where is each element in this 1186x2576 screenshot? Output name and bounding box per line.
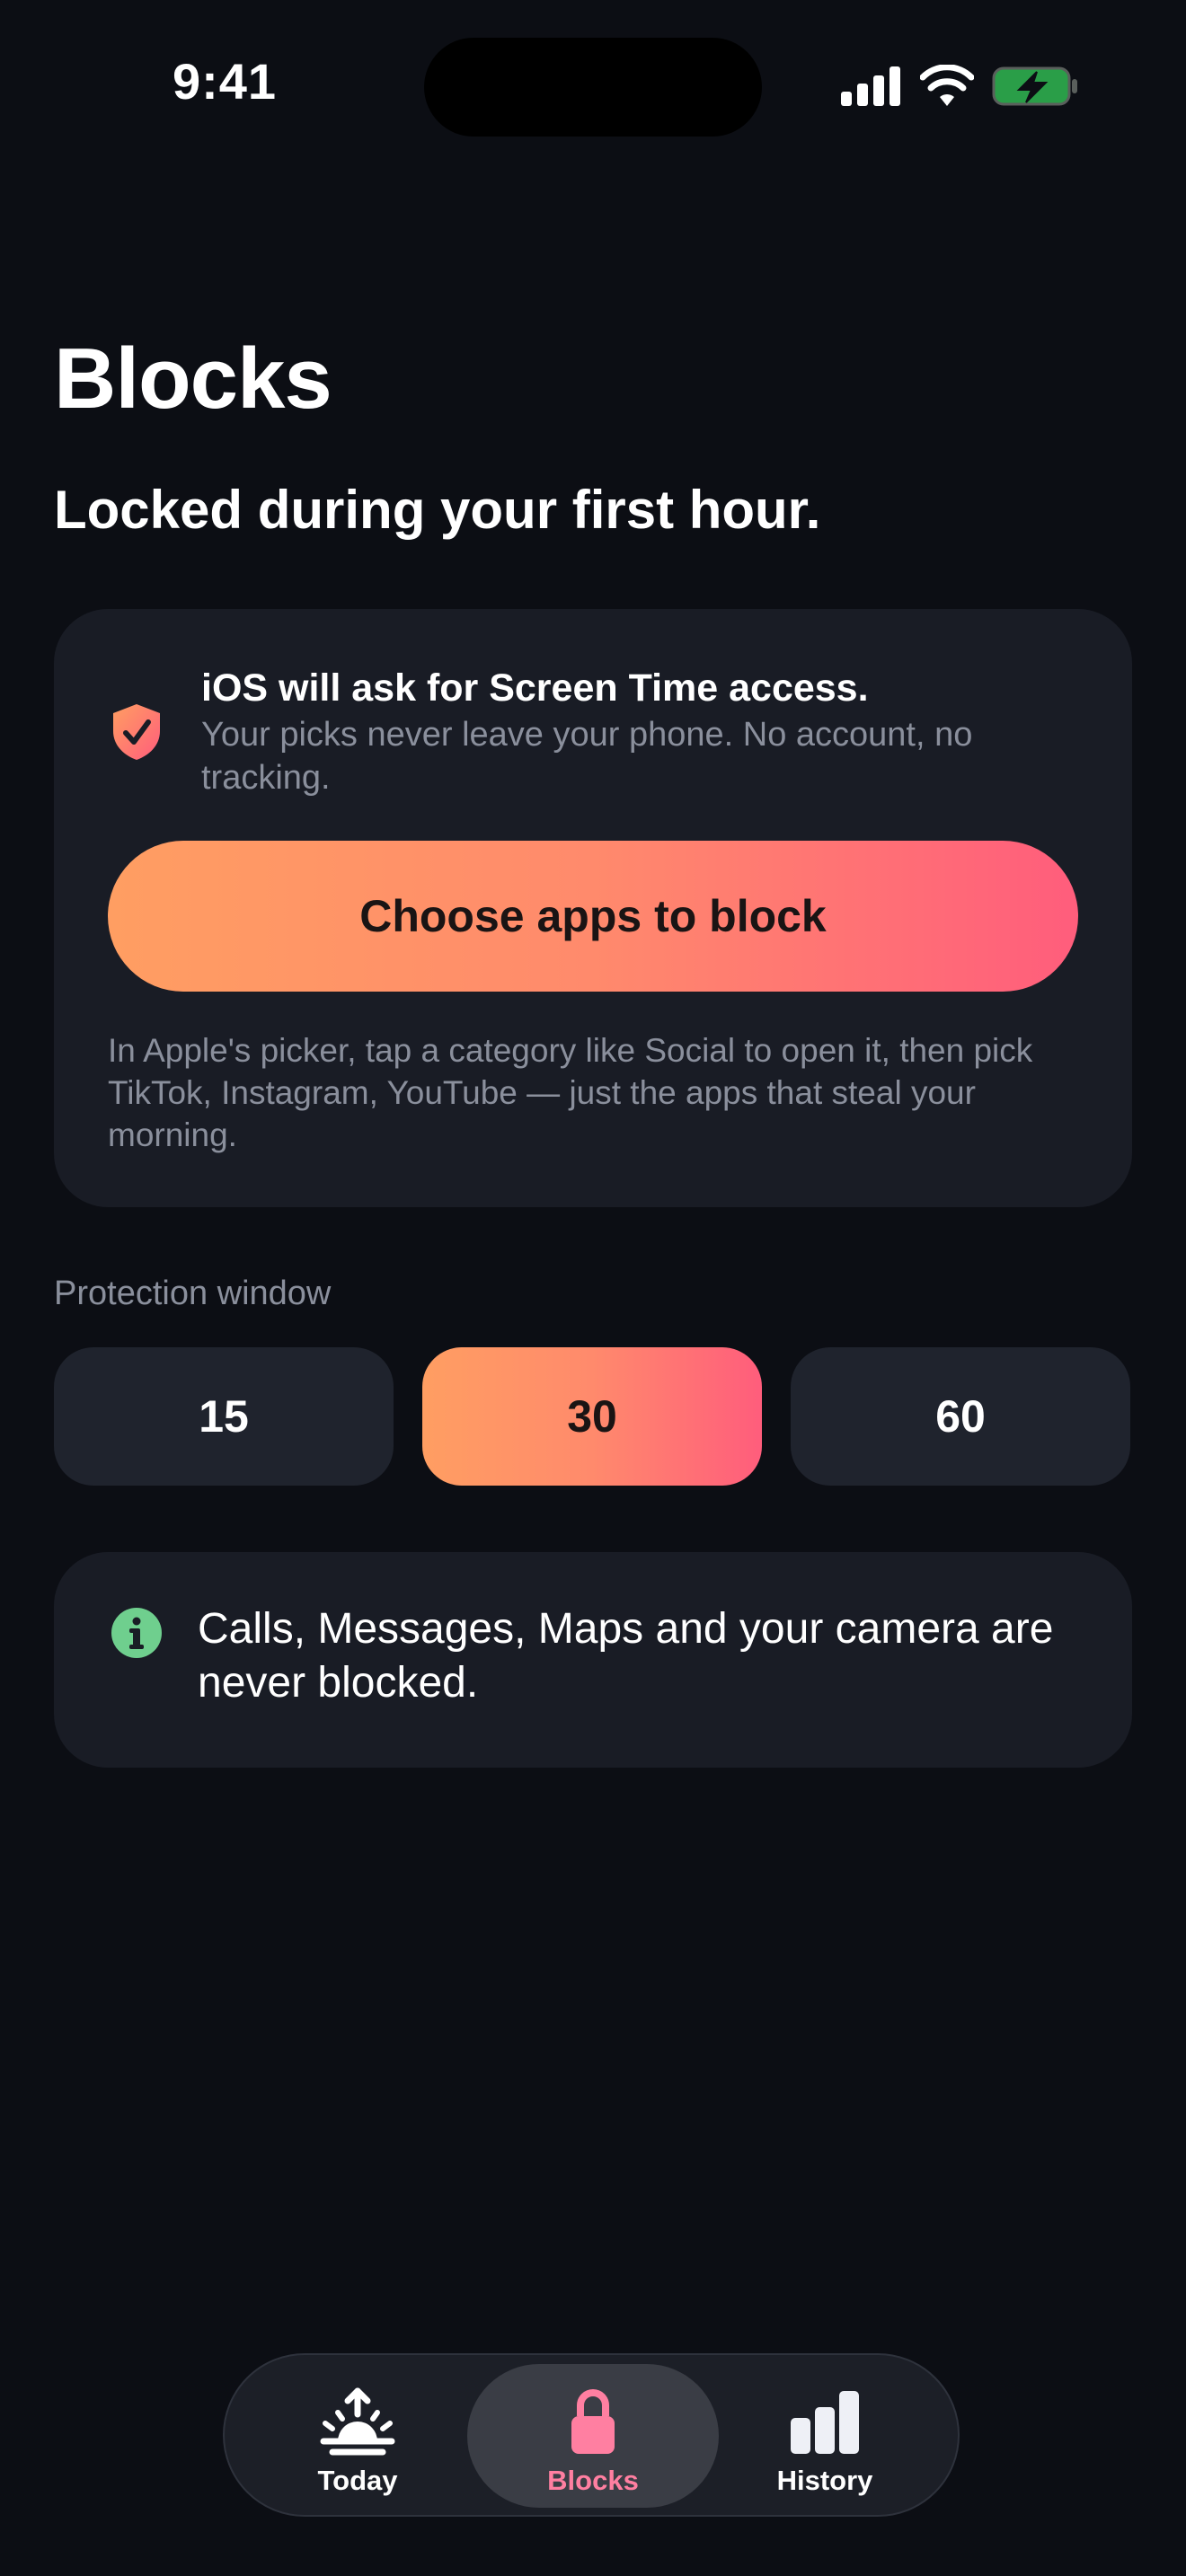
protection-window-label: Protection window bbox=[54, 1275, 332, 1312]
tab-history[interactable]: History bbox=[699, 2364, 951, 2508]
cellular-signal-icon bbox=[841, 66, 900, 106]
page-subtitle: Locked during your first hour. bbox=[54, 480, 821, 540]
choose-apps-button[interactable]: Choose apps to block bbox=[108, 841, 1078, 992]
bar-chart-icon bbox=[791, 2391, 859, 2454]
protection-option-60[interactable]: 60 bbox=[791, 1347, 1130, 1486]
battery-charging-icon bbox=[992, 66, 1077, 106]
screen-time-access-card: iOS will ask for Screen Time access. You… bbox=[54, 609, 1132, 1207]
status-time: 9:41 bbox=[172, 53, 278, 110]
sunrise-icon bbox=[320, 2387, 395, 2456]
shield-check-icon bbox=[113, 704, 160, 760]
tab-today-label: Today bbox=[317, 2465, 398, 2496]
protection-option-15[interactable]: 15 bbox=[54, 1347, 394, 1486]
dynamic-island bbox=[424, 38, 762, 137]
never-blocked-text: Calls, Messages, Maps and your camera ar… bbox=[198, 1605, 1054, 1707]
access-heading: iOS will ask for Screen Time access. bbox=[201, 666, 869, 710]
never-blocked-info-card: Calls, Messages, Maps and your camera ar… bbox=[54, 1552, 1132, 1768]
blocks-screen: 9:41 Blocks Locked during your first hou… bbox=[0, 0, 1186, 2576]
tab-today[interactable]: Today bbox=[232, 2364, 483, 2508]
tab-bar: Today Blocks History bbox=[223, 2353, 960, 2517]
info-icon bbox=[111, 1608, 162, 1658]
page-title: Blocks bbox=[54, 331, 332, 427]
tab-blocks[interactable]: Blocks bbox=[467, 2364, 719, 2508]
lock-icon bbox=[571, 2389, 615, 2454]
tab-history-label: History bbox=[776, 2465, 873, 2496]
protection-option-30[interactable]: 30 bbox=[422, 1347, 762, 1486]
picker-hint: In Apple's picker, tap a category like S… bbox=[108, 1032, 1033, 1153]
tab-blocks-label: Blocks bbox=[547, 2465, 639, 2496]
wifi-icon bbox=[920, 65, 974, 106]
access-body: Your picks never leave your phone. No ac… bbox=[201, 716, 973, 797]
